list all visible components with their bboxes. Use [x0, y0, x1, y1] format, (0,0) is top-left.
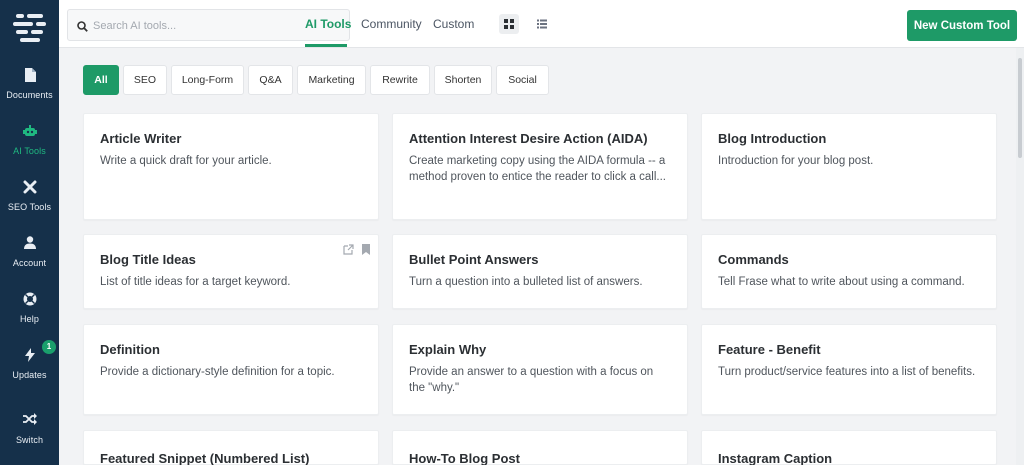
tool-card-description: Provide a dictionary-style definition fo…	[100, 366, 335, 378]
shuffle-icon	[0, 413, 59, 429]
scrollbar-thumb[interactable]	[1018, 58, 1022, 158]
sidebar-item-label: Help	[20, 314, 39, 324]
sidebar-item-label: AI Tools	[13, 146, 46, 156]
tool-card-title: Attention Interest Desire Action (AIDA)	[409, 131, 648, 146]
tool-card-description: Write a quick draft for your article.	[100, 155, 272, 167]
tool-card-commands[interactable]: Commands Tell Frase what to write about …	[701, 234, 997, 309]
sidebar-item-label: Switch	[15, 435, 44, 445]
tool-card-description: Turn product/service features into a lis…	[718, 366, 976, 378]
tab-custom[interactable]: Custom	[433, 17, 474, 31]
sidebar-item-label: Account	[12, 258, 47, 268]
sidebar-item-label: Documents	[6, 90, 53, 100]
tool-card-description: Provide an answer to a question with a f…	[409, 366, 654, 394]
search-icon	[77, 19, 88, 37]
sidebar-item-ai-tools[interactable]: AI Tools	[0, 124, 59, 174]
tool-card-article-writer[interactable]: Article Writer Write a quick draft for y…	[83, 113, 379, 220]
list-icon	[537, 19, 547, 29]
sidebar-item-switch[interactable]: Switch	[0, 413, 59, 463]
tool-card-feature-benefit[interactable]: Feature - Benefit Turn product/service f…	[701, 324, 997, 415]
tool-card-title: How-To Blog Post	[409, 451, 520, 465]
tool-card-description: Tell Frase what to write about using a c…	[718, 276, 965, 288]
tool-card-title: Feature - Benefit	[718, 342, 821, 357]
tool-card-description: Create marketing copy using the AIDA for…	[409, 155, 666, 183]
sidebar-item-seo-tools[interactable]: SEO Tools	[0, 180, 59, 230]
tool-card-title: Explain Why	[409, 342, 487, 357]
tool-card-title: Commands	[718, 252, 789, 267]
tool-card-how-to-blog-post[interactable]: How-To Blog Post	[392, 430, 688, 465]
grid-icon	[504, 19, 514, 29]
tool-card-title: Bullet Point Answers	[409, 252, 539, 267]
tool-card-description: Introduction for your blog post.	[718, 155, 874, 167]
list-view-button[interactable]	[532, 14, 552, 34]
tool-card-instagram-caption[interactable]: Instagram Caption	[701, 430, 997, 465]
tool-card-blog-title-ideas[interactable]: Blog Title Ideas List of title ideas for…	[83, 234, 379, 309]
sidebar-item-label: Updates	[12, 370, 47, 380]
filter-rewrite[interactable]: Rewrite	[370, 65, 430, 95]
filter-shorten[interactable]: Shorten	[434, 65, 492, 95]
filter-seo[interactable]: SEO	[123, 65, 167, 95]
filter-social[interactable]: Social	[496, 65, 549, 95]
tools-icon	[0, 180, 59, 196]
top-bar: AI Tools Community Custom New Custom Too…	[59, 0, 1024, 48]
sidebar-item-label: SEO Tools	[7, 202, 52, 212]
tool-card-title: Blog Title Ideas	[100, 252, 196, 267]
filter-marketing[interactable]: Marketing	[297, 65, 366, 95]
sidebar-item-updates[interactable]: 1 Updates	[0, 340, 59, 398]
tool-card-title: Definition	[100, 342, 160, 357]
tool-card-explain-why[interactable]: Explain Why Provide an answer to a quest…	[392, 324, 688, 415]
filter-all[interactable]: All	[83, 65, 119, 95]
tool-card-definition[interactable]: Definition Provide a dictionary-style de…	[83, 324, 379, 415]
tool-card-title: Blog Introduction	[718, 131, 827, 146]
card-actions	[339, 242, 370, 260]
robot-icon	[0, 124, 59, 140]
tool-card-bullet-point-answers[interactable]: Bullet Point Answers Turn a question int…	[392, 234, 688, 309]
tool-card-description: Turn a question into a bulleted list of …	[409, 276, 643, 288]
new-custom-tool-button[interactable]: New Custom Tool	[907, 10, 1017, 41]
tool-card-title: Featured Snippet (Numbered List)	[100, 451, 310, 465]
bookmark-icon[interactable]	[362, 242, 370, 260]
open-external-icon[interactable]	[342, 242, 354, 260]
tool-card-featured-snippet[interactable]: Featured Snippet (Numbered List)	[83, 430, 379, 465]
main-scrollbar[interactable]	[1016, 48, 1024, 465]
tool-card-aida[interactable]: Attention Interest Desire Action (AIDA) …	[392, 113, 688, 220]
updates-count-badge: 1	[42, 340, 56, 354]
sidebar-item-help[interactable]: Help	[0, 292, 59, 342]
filter-qa[interactable]: Q&A	[248, 65, 293, 95]
tab-ai-tools[interactable]: AI Tools	[305, 17, 351, 31]
sidebar: Documents AI Tools SEO Tools Account Hel…	[0, 0, 59, 465]
tab-community[interactable]: Community	[361, 17, 422, 31]
tool-card-title: Instagram Caption	[718, 451, 833, 465]
tool-card-title: Article Writer	[100, 131, 182, 146]
app-logo[interactable]	[13, 12, 46, 44]
user-icon	[0, 236, 59, 252]
grid-view-button[interactable]	[499, 14, 519, 34]
filter-long-form[interactable]: Long-Form	[171, 65, 244, 95]
sidebar-item-account[interactable]: Account	[0, 236, 59, 286]
sidebar-item-documents[interactable]: Documents	[0, 68, 59, 118]
document-icon	[0, 68, 59, 84]
tool-card-description: List of title ideas for a target keyword…	[100, 276, 291, 288]
tool-card-blog-introduction[interactable]: Blog Introduction Introduction for your …	[701, 113, 997, 220]
active-tab-indicator	[305, 44, 347, 47]
help-icon	[0, 292, 59, 308]
